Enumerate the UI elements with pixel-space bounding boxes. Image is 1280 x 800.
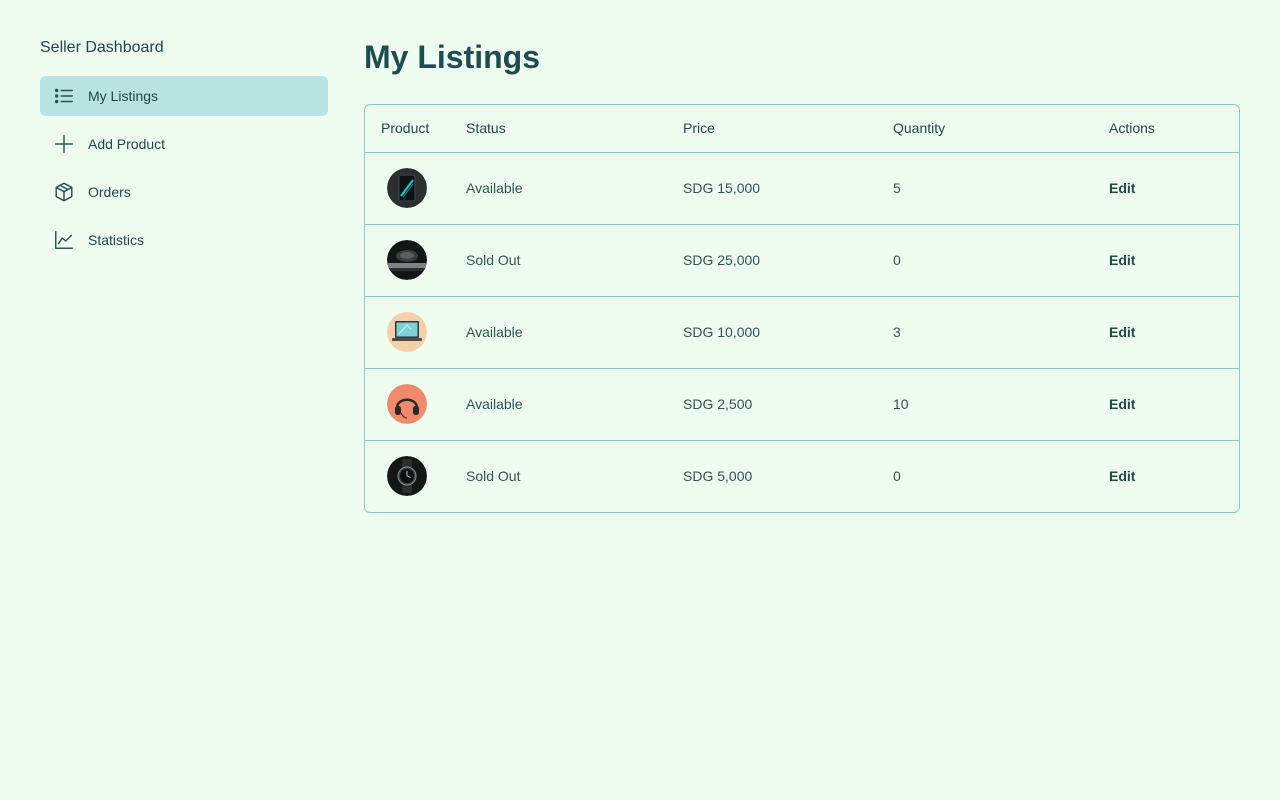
plus-icon (52, 132, 76, 156)
chart-icon (52, 228, 76, 252)
sidebar-item-label: My Listings (88, 88, 159, 104)
column-header-price: Price (667, 105, 877, 153)
product-thumbnail-smartphone (387, 168, 427, 208)
product-thumbnail-headphones (387, 384, 427, 424)
edit-button[interactable]: Edit (1109, 396, 1135, 412)
product-thumbnail-smartwatch (387, 456, 427, 497)
price-cell: SDG 25,000 (667, 224, 877, 297)
sidebar-item-statistics[interactable]: Statistics (40, 220, 328, 260)
quantity-cell: 10 (877, 368, 1093, 441)
main-content: My Listings Product Status Price Quantit… (364, 36, 1240, 513)
sidebar: Seller Dashboard My Listings Add Product… (40, 38, 328, 268)
table-row: Sold Out SDG 5,000 0 Edit (365, 440, 1239, 512)
status-cell: Available (450, 152, 667, 225)
edit-button[interactable]: Edit (1109, 252, 1135, 268)
status-cell: Available (450, 368, 667, 441)
table-row: Available SDG 15,000 5 Edit (365, 152, 1239, 225)
column-header-product: Product (365, 105, 450, 153)
quantity-cell: 3 (877, 296, 1093, 369)
sidebar-item-label: Add Product (88, 136, 166, 152)
column-header-actions: Actions (1093, 105, 1239, 153)
sidebar-item-my-listings[interactable]: My Listings (40, 76, 328, 116)
price-cell: SDG 10,000 (667, 296, 877, 369)
sidebar-item-add-product[interactable]: Add Product (40, 124, 328, 164)
status-cell: Available (450, 296, 667, 369)
sidebar-item-label: Orders (88, 184, 131, 200)
sidebar-item-orders[interactable]: Orders (40, 172, 328, 212)
sidebar-item-label: Statistics (88, 232, 145, 248)
column-header-status: Status (450, 105, 667, 153)
table-header-row: Product Status Price Quantity Actions (365, 105, 1239, 153)
price-cell: SDG 15,000 (667, 152, 877, 225)
quantity-cell: 0 (893, 468, 901, 485)
listings-table: Product Status Price Quantity Actions Av… (364, 104, 1240, 513)
list-icon (52, 84, 76, 108)
product-thumbnail-speaker (387, 240, 427, 280)
status-cell: Sold Out (450, 224, 667, 297)
table-row: Available SDG 10,000 3 Edit (365, 296, 1239, 369)
page-title: My Listings (364, 39, 541, 75)
sidebar-nav: My Listings Add Product Orders Statistic… (40, 76, 328, 260)
quantity-cell: 0 (877, 224, 1093, 297)
price-cell: SDG 2,500 (667, 368, 877, 441)
table-row: Available SDG 2,500 10 Edit (365, 368, 1239, 441)
product-thumbnail-laptop (387, 312, 427, 352)
edit-button[interactable]: Edit (1109, 180, 1135, 196)
app: Seller Dashboard My Listings Add Product… (0, 0, 1280, 800)
edit-button[interactable]: Edit (1109, 468, 1135, 484)
status-cell: Sold Out (466, 468, 521, 485)
quantity-cell: 5 (877, 152, 1093, 225)
edit-button[interactable]: Edit (1109, 324, 1135, 340)
box-icon (52, 180, 76, 204)
table-row: Sold Out SDG 25,000 0 Edit (365, 224, 1239, 297)
price-cell: SDG 5,000 (683, 468, 753, 485)
sidebar-title: Seller Dashboard (40, 39, 164, 56)
column-header-quantity: Quantity (877, 105, 1093, 153)
